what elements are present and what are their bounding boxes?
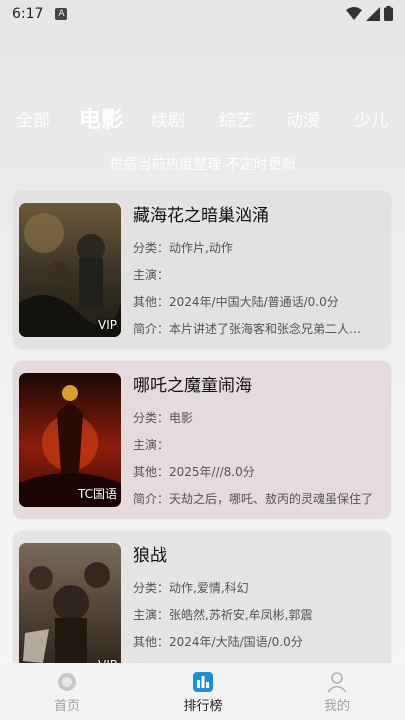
bottom-nav: 首页 排行榜 我的 (0, 663, 405, 720)
list-item[interactable]: VIP 藏海花之暗巢汹涌 分类：动作片,动作 主演： 其他：2024年/中国大陆… (13, 191, 391, 349)
tab-movie[interactable]: 电影 (79, 102, 123, 134)
wifi-icon (346, 6, 362, 20)
item-other: 其他：2024年/中国大陆/普通话/0.0分 (133, 295, 339, 309)
status-time: 6:17 (12, 6, 44, 22)
item-category: 分类：动作片,动作 (133, 241, 233, 255)
poster-image: VIP (19, 203, 121, 337)
ranking-subtitle: 根据当前热度整理 不定时更新 (109, 157, 296, 173)
item-info: 藏海花之暗巢汹涌 分类：动作片,动作 主演： 其他：2024年/中国大陆/普通话… (133, 203, 385, 343)
poster-badge: VIP (98, 318, 117, 332)
tab-kids[interactable]: 少儿 (354, 106, 388, 131)
poster-image: VIP (19, 543, 121, 677)
item-cast: 主演：张皓然,苏祈安,牟凤彬,郭震 (133, 608, 313, 622)
nav-home-label: 首页 (53, 699, 80, 714)
item-info: 狼战 分类：动作,爱情,科幻 主演：张皓然,苏祈安,牟凤彬,郭震 其他：2024… (133, 543, 385, 683)
item-intro: 简介：本片讲述了张海客和张念兄弟二人追寻真相的故事 (133, 322, 373, 336)
profile-icon (327, 672, 347, 693)
poster-image: TC国语 (19, 373, 121, 507)
item-category: 分类：动作,爱情,科幻 (133, 581, 249, 595)
tab-anime[interactable]: 动漫 (286, 106, 320, 131)
tab-variety[interactable]: 综艺 (219, 106, 253, 131)
item-title: 狼战 (133, 546, 167, 566)
item-other: 其他：2025年///8.0分 (133, 465, 255, 479)
nav-mine-label: 我的 (323, 699, 350, 714)
signal-icon (366, 6, 380, 21)
nav-mine[interactable]: 我的 (302, 671, 372, 714)
status-icons (346, 6, 393, 21)
notification-icon: A (55, 8, 68, 20)
status-bar: 6:17 A (0, 0, 405, 28)
battery-icon (384, 6, 393, 21)
home-icon (58, 673, 76, 691)
ranking-icon (193, 672, 213, 692)
tab-all[interactable]: 全部 (16, 106, 50, 131)
item-cast: 主演： (133, 438, 170, 452)
item-title: 藏海花之暗巢汹涌 (133, 206, 269, 226)
item-info: 哪吒之魔童闹海 分类：电影 主演： 其他：2025年///8.0分 简介：天劫之… (133, 373, 385, 513)
item-other: 其他：2024年/大陆/国语/0.0分 (133, 635, 303, 649)
category-tabs: 全部 电影 续剧 综艺 动漫 少儿 (0, 98, 405, 138)
item-intro: 简介：天劫之后，哪吒、敖丙的灵魂虽保住了 (133, 492, 373, 506)
item-title: 哪吒之魔童闹海 (133, 376, 252, 396)
item-cast: 主演： (133, 268, 170, 282)
list-item[interactable]: TC国语 哪吒之魔童闹海 分类：电影 主演： 其他：2025年///8.0分 简… (13, 361, 391, 519)
poster-badge: TC国语 (77, 487, 117, 501)
nav-home[interactable]: 首页 (32, 671, 102, 714)
nav-ranking-label: 排行榜 (183, 699, 223, 714)
tab-series[interactable]: 续剧 (151, 106, 185, 131)
nav-ranking[interactable]: 排行榜 (168, 671, 238, 714)
item-category: 分类：电影 (133, 411, 194, 425)
